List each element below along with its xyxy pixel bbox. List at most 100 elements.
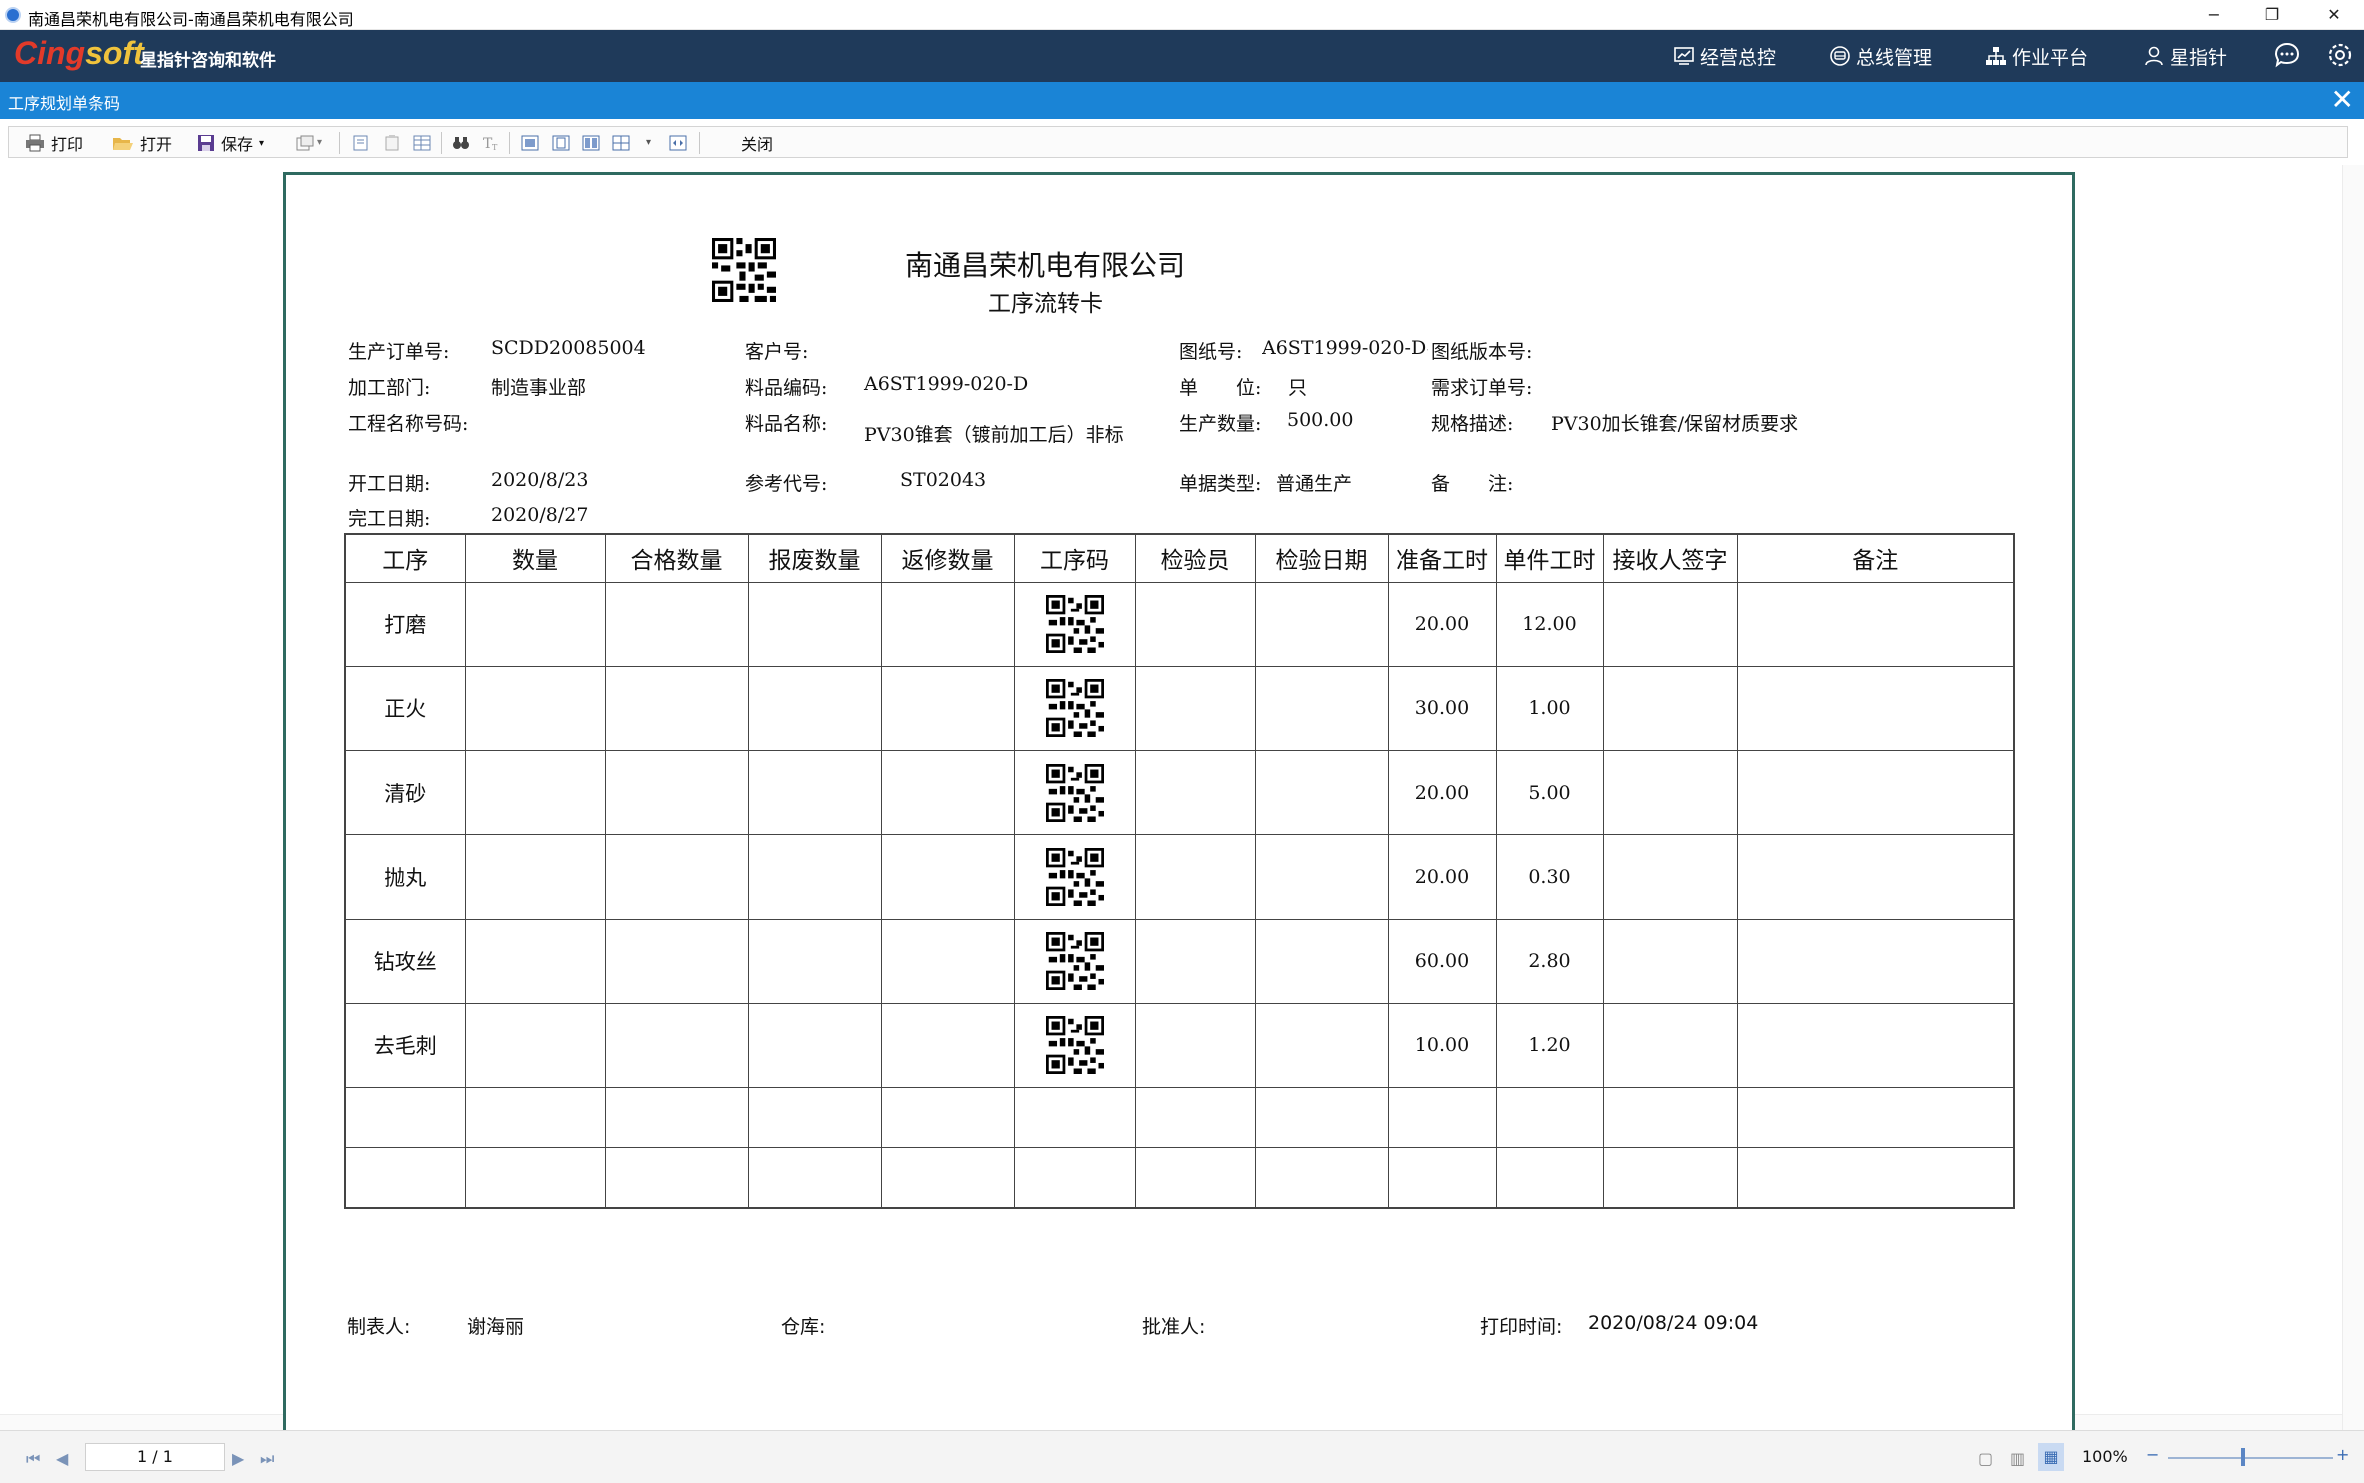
empty-cell xyxy=(1602,1147,1738,1209)
prep-hours: 20.00 xyxy=(1387,581,1497,667)
empty-cell xyxy=(1736,1087,2015,1149)
chart-monitor-icon xyxy=(1674,47,1694,65)
step-name: 正火 xyxy=(344,665,466,752)
doc-type-label: 单据类型: xyxy=(1179,473,1262,495)
view-single-icon[interactable] xyxy=(521,135,539,151)
empty-cell xyxy=(747,918,882,1004)
empty-cell xyxy=(1134,665,1256,752)
empty-cell xyxy=(604,1147,749,1209)
table-header-row: 工序 数量 合格数量 报废数量 返修数量 工序码 检验员 检验日期 准备工时 单… xyxy=(344,533,2015,583)
single-page-view-icon[interactable]: ▢ xyxy=(1978,1449,1993,1468)
ref-code-value: ST02043 xyxy=(900,469,987,491)
empty-cell xyxy=(1134,581,1256,667)
empty-cell xyxy=(880,1147,1015,1209)
approver-label: 批准人: xyxy=(1142,1316,1206,1338)
restore-button[interactable]: ❐ xyxy=(2248,0,2296,30)
folder-open-icon xyxy=(113,138,133,150)
unit-hours: 12.00 xyxy=(1495,581,1604,667)
print-time-value: 2020/08/24 09:04 xyxy=(1588,1312,1759,1334)
col-header: 报废数量 xyxy=(747,533,882,583)
save-button[interactable]: 保存 ▾ xyxy=(197,130,264,156)
vertical-scrollbar[interactable] xyxy=(2342,165,2364,1430)
empty-cell xyxy=(1602,665,1738,752)
view-page-icon[interactable] xyxy=(552,135,570,151)
ref-code-label: 参考代号: xyxy=(745,473,828,495)
prep-hours: 20.00 xyxy=(1387,750,1497,836)
find-binoculars-icon[interactable] xyxy=(452,135,470,151)
fit-page-icon[interactable] xyxy=(669,135,687,151)
nav-user[interactable]: 星指针 xyxy=(2143,42,2227,70)
zoom-in-button[interactable]: + xyxy=(2336,1445,2349,1464)
empty-cell xyxy=(464,750,606,836)
table-row: 钻攻丝 60.00 2.80 xyxy=(344,918,2015,1004)
view-grid-icon[interactable] xyxy=(612,135,630,151)
nav-bus-management[interactable]: 总线管理 xyxy=(1829,42,1932,70)
empty-cell xyxy=(747,834,882,920)
empty-cell xyxy=(1254,1147,1389,1209)
empty-cell xyxy=(464,581,606,667)
empty-cell xyxy=(1602,1002,1738,1089)
drawing-version-label: 图纸版本号: xyxy=(1431,341,1533,363)
tab-close-button[interactable]: ✕ xyxy=(2331,86,2354,114)
close-report-button[interactable]: 关闭 xyxy=(741,130,773,156)
report-toolbar: 打印 打开 保存 ▾ ▾ TT ▾ 关闭 xyxy=(0,119,2364,165)
quantity-label: 生产数量: xyxy=(1179,413,1262,435)
col-header: 备注 xyxy=(1736,533,2015,583)
empty-cell xyxy=(1602,1087,1738,1149)
maker-label: 制表人: xyxy=(347,1316,411,1338)
doc-type-value: 普通生产 xyxy=(1276,473,1353,495)
next-page-icon[interactable]: ▶ xyxy=(232,1449,244,1468)
empty-cell xyxy=(880,1002,1015,1089)
nav-business-control[interactable]: 经营总控 xyxy=(1673,42,1776,70)
zoom-out-button[interactable]: − xyxy=(2146,1445,2159,1464)
warehouse-label: 仓库: xyxy=(781,1316,826,1338)
printer-icon xyxy=(26,134,44,152)
save-dropdown-icon[interactable]: ▾ xyxy=(259,138,264,149)
zoom-level: 100% xyxy=(2082,1447,2128,1466)
clipboard-icon[interactable] xyxy=(383,135,401,151)
step-name: 清砂 xyxy=(344,750,466,836)
zoom-slider[interactable] xyxy=(2168,1457,2333,1459)
minimize-button[interactable]: − xyxy=(2190,0,2238,30)
thumbnail-view-icon[interactable]: ▦ xyxy=(2038,1443,2064,1471)
col-header: 准备工时 xyxy=(1387,533,1497,583)
empty-cell xyxy=(1495,1087,1604,1149)
empty-cell xyxy=(1736,665,2015,752)
chat-icon[interactable] xyxy=(2272,40,2302,70)
tab-strip: 工序规划单条码 ✕ xyxy=(0,82,2364,119)
close-window-button[interactable]: ✕ xyxy=(2310,0,2358,30)
empty-cell xyxy=(604,834,749,920)
export-dropdown-icon[interactable]: ▾ xyxy=(317,137,322,148)
page-indicator[interactable]: 1 / 1 xyxy=(85,1443,225,1471)
export-icon[interactable] xyxy=(296,135,314,151)
toolbar-strip: 打印 打开 保存 ▾ ▾ TT ▾ 关闭 xyxy=(8,126,2348,158)
settings-gear-icon[interactable] xyxy=(2325,40,2355,70)
print-button[interactable]: 打印 xyxy=(25,130,83,156)
empty-cell xyxy=(1254,665,1389,752)
zoom-slider-thumb[interactable] xyxy=(2241,1448,2245,1466)
prev-page-icon[interactable]: ◀ xyxy=(56,1449,68,1468)
last-page-icon[interactable]: ⏭ xyxy=(260,1449,274,1469)
company-title: 南通昌荣机电有限公司 xyxy=(905,249,1186,282)
print-time-label: 打印时间: xyxy=(1480,1316,1563,1338)
nav-work-platform[interactable]: 作业平台 xyxy=(1985,42,2088,70)
page-setup-icon[interactable] xyxy=(352,135,370,151)
open-button[interactable]: 打开 xyxy=(112,130,172,156)
table-view-icon[interactable] xyxy=(413,135,431,151)
empty-cell xyxy=(604,665,749,752)
slogan: 星指针咨询和软件 xyxy=(140,51,276,71)
view-two-page-icon[interactable] xyxy=(582,135,600,151)
col-header: 检验员 xyxy=(1134,533,1256,583)
empty-cell xyxy=(1013,1087,1136,1149)
tab-title[interactable]: 工序规划单条码 xyxy=(8,90,120,114)
dept-label: 加工部门: xyxy=(348,377,431,399)
empty-cell xyxy=(344,1087,466,1149)
unit-hours: 1.20 xyxy=(1495,1002,1604,1089)
view-dropdown-icon[interactable]: ▾ xyxy=(646,137,651,148)
multi-page-view-icon[interactable]: ▥ xyxy=(2010,1449,2025,1468)
process-qr-code xyxy=(1045,932,1104,991)
text-tool-icon[interactable]: TT xyxy=(482,135,500,151)
unit-label: 单 位: xyxy=(1179,377,1262,399)
order-qr-code xyxy=(712,238,776,302)
first-page-icon[interactable]: ⏮ xyxy=(26,1449,40,1469)
